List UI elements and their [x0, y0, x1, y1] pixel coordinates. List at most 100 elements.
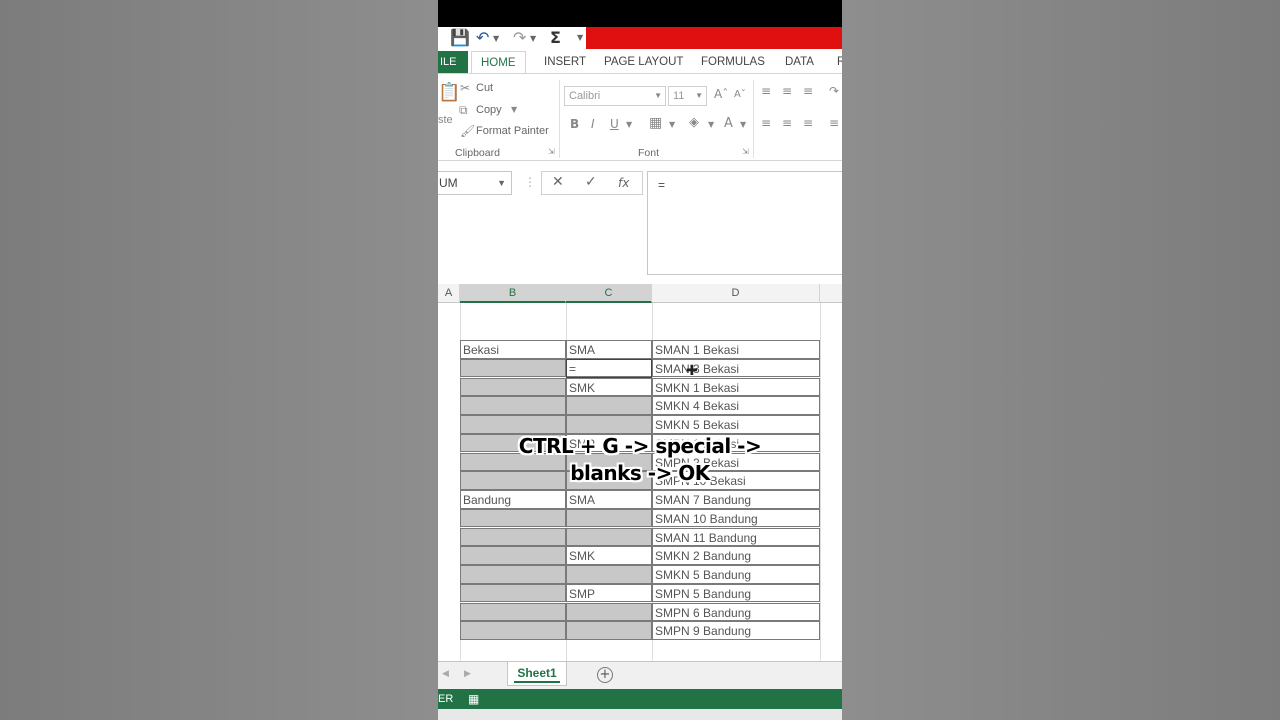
cell-c-row-13[interactable]: [566, 565, 652, 584]
cell-c-row-16[interactable]: [566, 621, 652, 640]
cell-b-row-11[interactable]: [460, 527, 566, 547]
align-bottom-icon[interactable]: ≡: [803, 84, 813, 98]
cell-b-row-3[interactable]: [460, 377, 566, 397]
cell-b-row-2[interactable]: [460, 358, 566, 378]
font-color-dropdown-icon[interactable]: ▼: [740, 120, 746, 129]
tab-formulas[interactable]: FORMULAS: [701, 51, 765, 74]
borders-dropdown-icon[interactable]: ▼: [669, 120, 675, 129]
cell-b-row-9[interactable]: Bandung: [460, 490, 566, 509]
copy-dropdown-icon[interactable]: ▼: [511, 105, 517, 114]
underline-dropdown-icon[interactable]: ▼: [626, 120, 632, 129]
cell-d-row-1[interactable]: SMAN 1 Bekasi: [652, 340, 820, 359]
tab-more[interactable]: R: [837, 51, 842, 74]
fill-color-dropdown-icon[interactable]: ▼: [708, 120, 714, 129]
align-top-icon[interactable]: ≡: [761, 84, 771, 98]
cell-c-row-15[interactable]: [566, 602, 652, 622]
redo-icon[interactable]: ↷: [513, 28, 526, 47]
cancel-icon[interactable]: ✕: [552, 174, 564, 190]
column-header-b[interactable]: B: [460, 284, 566, 303]
next-sheet-icon[interactable]: ▶: [464, 668, 471, 679]
enter-icon[interactable]: ✓: [585, 174, 597, 190]
cut-button[interactable]: Cut: [476, 82, 493, 94]
save-icon[interactable]: 💾: [450, 28, 470, 47]
sheet-tab-sheet1[interactable]: Sheet1: [507, 662, 567, 686]
cell-c-row-10[interactable]: [566, 508, 652, 528]
align-left-icon[interactable]: ≡: [761, 116, 771, 130]
cell-d-row-13[interactable]: SMKN 5 Bandung: [652, 565, 820, 584]
paste-icon[interactable]: 📋: [438, 82, 460, 103]
paste-label: ste: [438, 114, 453, 126]
borders-icon[interactable]: ▦: [649, 115, 662, 131]
cell-d-row-5[interactable]: SMKN 5 Bekasi: [652, 415, 820, 434]
cell-d-row-16[interactable]: SMPN 9 Bandung: [652, 621, 820, 640]
column-header-c[interactable]: C: [566, 284, 652, 303]
name-box[interactable]: UM ▼: [438, 171, 512, 195]
tab-insert[interactable]: INSERT: [544, 51, 586, 74]
formula-input[interactable]: =: [647, 171, 842, 275]
align-right-icon[interactable]: ≡: [803, 116, 813, 130]
cell-b-row-16[interactable]: [460, 621, 566, 640]
cell-b-row-4[interactable]: [460, 396, 566, 415]
cell-d-row-15[interactable]: SMPN 6 Bandung: [652, 602, 820, 622]
column-header-e[interactable]: [820, 284, 842, 303]
tab-page-layout[interactable]: PAGE LAYOUT: [604, 51, 683, 74]
customize-qat-icon[interactable]: ▼: [577, 33, 583, 42]
tab-file[interactable]: ILE: [438, 51, 468, 73]
sum-icon[interactable]: Σ: [550, 28, 561, 47]
cell-d-row-10[interactable]: SMAN 10 Bandung: [652, 508, 820, 528]
underline-icon[interactable]: U: [610, 117, 619, 131]
italic-icon[interactable]: I: [591, 117, 595, 131]
chevron-down-icon[interactable]: ▼: [497, 172, 506, 194]
font-name-select[interactable]: Calibri ▼: [564, 86, 666, 106]
cell-d-row-4[interactable]: SMKN 4 Bekasi: [652, 396, 820, 415]
cell-d-row-2[interactable]: SMAN 3 Bekasi: [652, 358, 820, 378]
cell-c-row-14[interactable]: SMP: [566, 583, 652, 603]
cell-b-row-15[interactable]: [460, 602, 566, 622]
clipboard-launcher-icon[interactable]: ⇲: [548, 147, 555, 156]
align-middle-icon[interactable]: ≡: [782, 84, 792, 98]
cell-d-row-9[interactable]: SMAN 7 Bandung: [652, 490, 820, 509]
cell-c-row-3[interactable]: SMK: [566, 377, 652, 397]
font-launcher-icon[interactable]: ⇲: [742, 147, 749, 156]
cell-d-row-3[interactable]: SMKN 1 Bekasi: [652, 377, 820, 397]
tab-home[interactable]: HOME: [471, 51, 526, 74]
undo-icon[interactable]: ↶: [476, 28, 489, 47]
bottom-taskbar: [438, 709, 842, 720]
cell-b-row-10[interactable]: [460, 508, 566, 528]
macro-record-icon[interactable]: ▦: [468, 689, 479, 709]
insert-function-icon[interactable]: fx: [618, 176, 629, 190]
cell-d-row-11[interactable]: SMAN 11 Bandung: [652, 527, 820, 547]
column-header-a[interactable]: A: [438, 284, 460, 303]
undo-dropdown-icon[interactable]: ▼: [493, 34, 499, 43]
tab-data[interactable]: DATA: [785, 51, 814, 74]
font-size-select[interactable]: 11 ▼: [668, 86, 707, 106]
increase-font-icon[interactable]: Aˆ: [714, 87, 728, 101]
prev-sheet-icon[interactable]: ◀: [442, 668, 449, 679]
decrease-indent-icon[interactable]: ≡: [829, 116, 839, 130]
cell-c-row-12[interactable]: SMK: [566, 546, 652, 565]
column-header-d[interactable]: D: [652, 284, 820, 303]
fill-color-icon[interactable]: ◈: [689, 115, 699, 130]
cell-d-row-12[interactable]: SMKN 2 Bandung: [652, 546, 820, 565]
format-painter-button[interactable]: Format Painter: [476, 125, 549, 137]
cell-b-row-5[interactable]: [460, 415, 566, 434]
cell-b-row-13[interactable]: [460, 565, 566, 584]
orientation-icon[interactable]: ↷: [829, 84, 839, 98]
cell-c-row-9[interactable]: SMA: [566, 490, 652, 509]
cell-c-row-1[interactable]: SMA: [566, 340, 652, 359]
align-center-icon[interactable]: ≡: [782, 116, 792, 130]
cell-d-row-14[interactable]: SMPN 5 Bandung: [652, 583, 820, 603]
cell-c-row-11[interactable]: [566, 527, 652, 547]
add-sheet-icon[interactable]: +: [597, 667, 613, 683]
decrease-font-icon[interactable]: Aˇ: [734, 89, 746, 100]
cell-b-row-1[interactable]: Bekasi: [460, 340, 566, 359]
bold-icon[interactable]: B: [570, 117, 579, 131]
font-color-icon[interactable]: A: [724, 116, 733, 131]
cell-c-row-4[interactable]: [566, 396, 652, 415]
cell-b-row-12[interactable]: [460, 546, 566, 565]
cell-b-row-14[interactable]: [460, 583, 566, 603]
cell-c-row-5[interactable]: [566, 415, 652, 434]
copy-button[interactable]: Copy: [476, 104, 502, 116]
formula-bar: UM ▼ ⋮ ✕ ✓ fx =: [438, 161, 842, 281]
redo-dropdown-icon[interactable]: ▼: [530, 34, 536, 43]
